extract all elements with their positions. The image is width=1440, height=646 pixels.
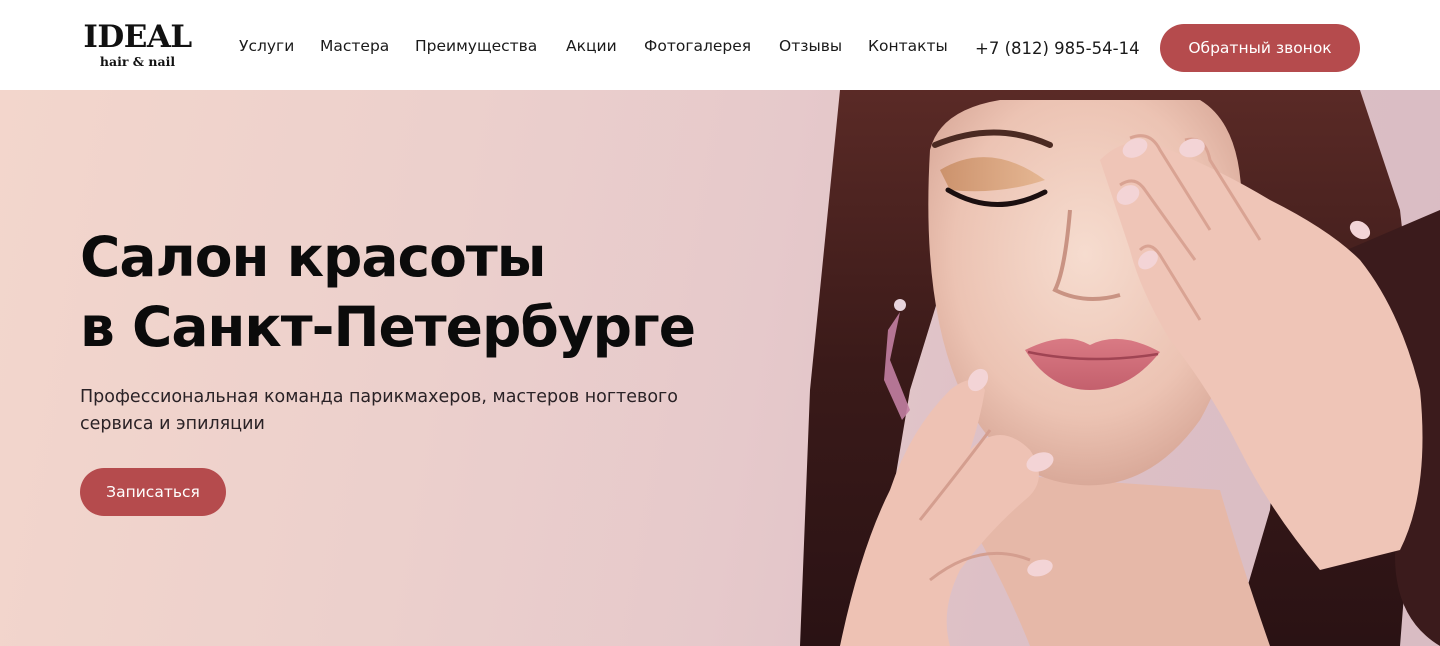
nav-item-services[interactable]: Услуги [239,36,294,56]
logo[interactable]: IDEAL hair & nail [80,20,195,74]
hero-title: Салон красоты в Санкт-Петербурге [80,222,696,362]
nav-item-gallery[interactable]: Фотогалерея [644,36,751,56]
hero-title-line-2: в Санкт-Петербурге [80,295,696,359]
site-header: IDEAL hair & nail Услуги Мастера Преимущ… [0,0,1440,90]
nav-item-promotions[interactable]: Акции [566,36,617,56]
phone-link[interactable]: +7 (812) 985-54-14 [975,39,1140,59]
hero-section: Салон красоты в Санкт-Петербурге Професс… [0,90,1440,646]
logo-subtitle: hair & nail [99,54,176,69]
hero-title-line-1: Салон красоты [80,225,547,289]
logo-title: IDEAL [83,19,192,55]
nav-item-masters[interactable]: Мастера [320,36,389,56]
nav-item-advantages[interactable]: Преимущества [415,36,537,56]
signup-button[interactable]: Записаться [80,468,226,516]
nav-item-reviews[interactable]: Отзывы [779,36,842,56]
nav-item-contacts[interactable]: Контакты [868,36,948,56]
callback-button[interactable]: Обратный звонок [1160,24,1360,72]
woman-portrait-image [800,90,1440,646]
hero-subtitle: Профессиональная команда парикмахеров, м… [80,387,678,434]
